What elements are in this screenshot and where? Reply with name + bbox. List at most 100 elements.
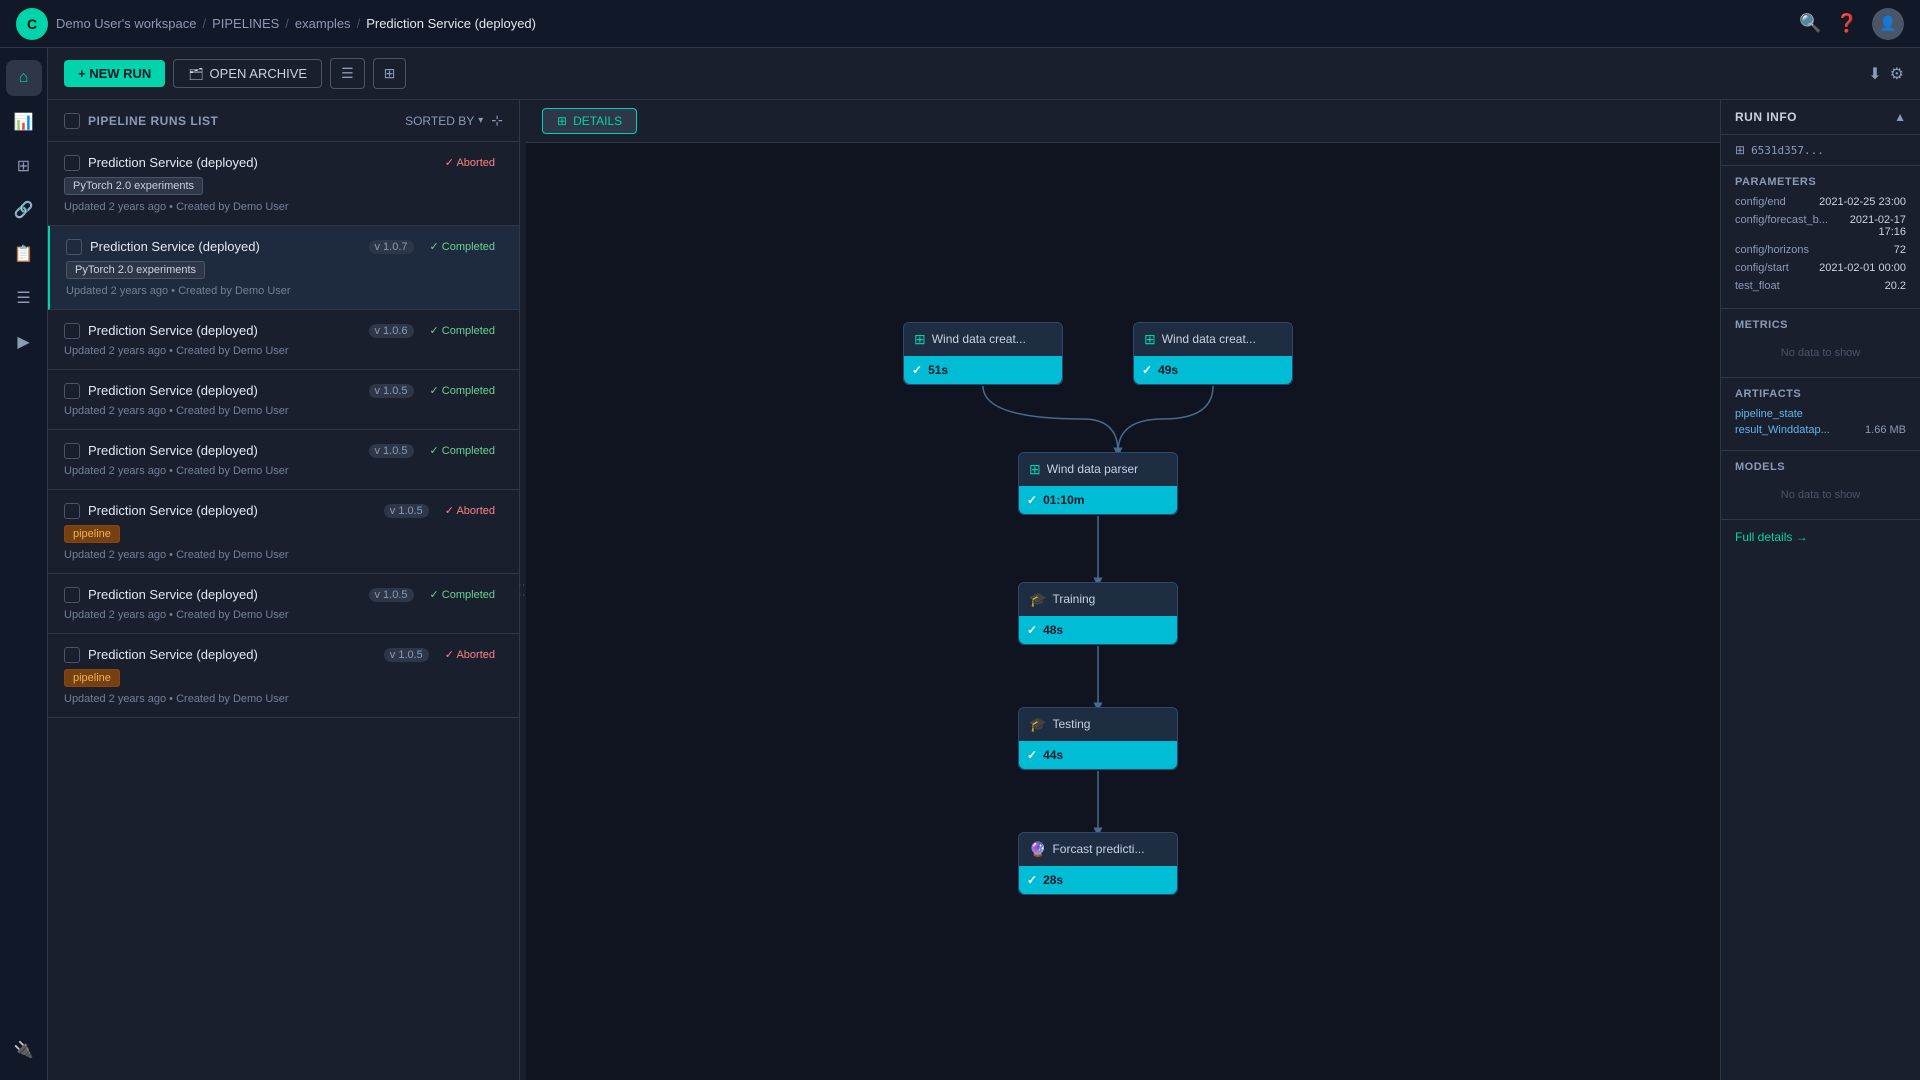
node-wind2[interactable]: ⊞ Wind data creat... ✓ 49s xyxy=(1133,322,1293,385)
list-view-button[interactable]: ☰ xyxy=(330,58,365,89)
run-meta: Updated 2 years ago • Created by Demo Us… xyxy=(64,465,503,477)
left-nav: ⌂ 📊 ⊞ 🔗 📋 ☰ ▶ 🔌 xyxy=(0,48,48,1080)
run-tag[interactable]: PyTorch 2.0 experiments xyxy=(64,177,203,195)
breadcrumb-sep2: / xyxy=(285,16,289,31)
node-training-duration: 48s xyxy=(1043,623,1063,637)
param-row-4: config/start 2021-02-01 00:00 xyxy=(1735,262,1906,274)
run-meta: Updated 2 years ago • Created by Demo Us… xyxy=(64,201,503,213)
new-run-button[interactable]: + NEW RUN xyxy=(64,60,165,87)
models-title: MODELS xyxy=(1735,461,1906,473)
sort-button[interactable]: SORTED BY ▾ xyxy=(405,114,483,128)
download-icon[interactable]: ⬇ xyxy=(1868,64,1881,84)
param-row-3: config/horizons 72 xyxy=(1735,244,1906,256)
run-title: Prediction Service (deployed) xyxy=(88,383,361,398)
nav-reports[interactable]: 📋 xyxy=(6,236,42,272)
nav-deploy[interactable]: ▶ xyxy=(6,324,42,360)
run-info-collapse-icon[interactable]: ▲ xyxy=(1894,110,1906,124)
breadcrumb-workspace[interactable]: Demo User's workspace xyxy=(56,16,196,31)
models-empty: No data to show xyxy=(1735,481,1906,509)
archive-icon: 🗂 xyxy=(188,67,203,81)
nav-pipelines[interactable]: 🔗 xyxy=(6,192,42,228)
run-checkbox[interactable] xyxy=(64,323,80,339)
param-value: 20.2 xyxy=(1885,280,1906,292)
run-meta: Updated 2 years ago • Created by Demo Us… xyxy=(66,285,503,297)
run-checkbox[interactable] xyxy=(66,239,82,255)
node-testing-bar: ✓ 44s xyxy=(1019,741,1177,769)
run-tag[interactable]: pipeline xyxy=(64,525,120,543)
node-wind1-status-icon: ✓ xyxy=(912,363,922,377)
main-layout: ⌂ 📊 ⊞ 🔗 📋 ☰ ▶ 🔌 + NEW RUN 🗂 OPEN ARCHIVE… xyxy=(0,48,1920,1080)
content-area: + NEW RUN 🗂 OPEN ARCHIVE ☰ ⊞ ⬇ ⚙ PIPELIN… xyxy=(48,48,1920,1080)
filter-icon[interactable]: ⊹ xyxy=(491,112,503,129)
run-item[interactable]: Prediction Service (deployed) v 1.0.6 ✓ … xyxy=(48,310,519,370)
grid-view-button[interactable]: ⊞ xyxy=(373,58,407,89)
node-wind2-header: ⊞ Wind data creat... xyxy=(1134,323,1292,356)
node-parser-duration: 01:10m xyxy=(1043,493,1084,507)
run-item[interactable]: Prediction Service (deployed) v 1.0.5 ✓ … xyxy=(48,370,519,430)
node-forecast[interactable]: 🔮 Forcast predicti... ✓ 28s xyxy=(1018,832,1178,895)
breadcrumb-examples[interactable]: examples xyxy=(295,16,351,31)
node-forecast-title: Forcast predicti... xyxy=(1052,842,1144,856)
run-checkbox[interactable] xyxy=(64,383,80,399)
run-item[interactable]: Prediction Service (deployed) v 1.0.5 ✓ … xyxy=(48,430,519,490)
search-icon[interactable]: 🔍 xyxy=(1799,13,1821,34)
topbar: C Demo User's workspace / PIPELINES / ex… xyxy=(0,0,1920,48)
run-version: v 1.0.6 xyxy=(369,324,414,338)
run-checkbox[interactable] xyxy=(64,587,80,603)
nav-models[interactable]: ☰ xyxy=(6,280,42,316)
artifact-name[interactable]: result_Winddatap... xyxy=(1735,424,1830,436)
node-testing-title: Testing xyxy=(1052,717,1090,731)
node-testing-status-icon: ✓ xyxy=(1027,748,1037,762)
open-archive-button[interactable]: 🗂 OPEN ARCHIVE xyxy=(173,59,322,88)
param-value: 2021-02-01 00:00 xyxy=(1819,262,1906,274)
nav-datasets[interactable]: ⊞ xyxy=(6,148,42,184)
node-training-header: 🎓 Training xyxy=(1019,583,1177,616)
topbar-right-icons: 🔍 ❓ 👤 xyxy=(1799,8,1904,40)
user-avatar[interactable]: 👤 xyxy=(1872,8,1904,40)
run-checkbox[interactable] xyxy=(64,647,80,663)
run-tag[interactable]: pipeline xyxy=(64,669,120,687)
run-item[interactable]: Prediction Service (deployed) ✓ Aborted … xyxy=(48,142,519,226)
app-logo[interactable]: C xyxy=(16,8,48,40)
settings-icon[interactable]: ⚙ xyxy=(1890,64,1904,84)
nav-integrations[interactable]: 🔌 xyxy=(6,1032,42,1068)
metrics-empty: No data to show xyxy=(1735,339,1906,367)
node-wind2-duration: 49s xyxy=(1158,363,1178,377)
breadcrumb-sep3: / xyxy=(357,16,361,31)
run-meta: Updated 2 years ago • Created by Demo Us… xyxy=(64,405,503,417)
status-badge: ✓ Completed xyxy=(422,382,503,399)
run-item[interactable]: Prediction Service (deployed) v 1.0.5 ✓ … xyxy=(48,574,519,634)
help-icon[interactable]: ❓ xyxy=(1836,13,1858,34)
models-section: MODELS No data to show xyxy=(1721,451,1920,520)
artifact-name[interactable]: pipeline_state xyxy=(1735,408,1803,420)
run-item[interactable]: Prediction Service (deployed) v 1.0.7 ✓ … xyxy=(48,226,519,310)
details-tab-button[interactable]: ⊞ DETAILS xyxy=(542,108,637,134)
node-wind1[interactable]: ⊞ Wind data creat... ✓ 51s xyxy=(903,322,1063,385)
node-testing-icon: 🎓 xyxy=(1029,716,1046,733)
run-checkbox[interactable] xyxy=(64,155,80,171)
breadcrumb-pipelines[interactable]: PIPELINES xyxy=(212,16,279,31)
run-checkbox[interactable] xyxy=(64,503,80,519)
node-wind1-duration: 51s xyxy=(928,363,948,377)
node-testing[interactable]: 🎓 Testing ✓ 44s xyxy=(1018,707,1178,770)
run-item[interactable]: Prediction Service (deployed) v 1.0.5 ✓ … xyxy=(48,490,519,574)
run-tag[interactable]: PyTorch 2.0 experiments xyxy=(66,261,205,279)
run-item[interactable]: Prediction Service (deployed) v 1.0.5 ✓ … xyxy=(48,634,519,718)
run-title: Prediction Service (deployed) xyxy=(88,323,361,338)
param-value: 2021-02-17 17:16 xyxy=(1832,214,1906,238)
run-checkbox[interactable] xyxy=(64,443,80,459)
run-id-row: ⊞ 6531d357... xyxy=(1721,135,1920,166)
run-id-text: 6531d357... xyxy=(1751,144,1824,157)
node-training[interactable]: 🎓 Training ✓ 48s xyxy=(1018,582,1178,645)
diagram-toolbar: ⊞ DETAILS xyxy=(526,100,1720,143)
toolbar: + NEW RUN 🗂 OPEN ARCHIVE ☰ ⊞ ⬇ ⚙ xyxy=(48,48,1920,100)
full-details-link[interactable]: Full details → xyxy=(1735,530,1906,544)
nav-experiments[interactable]: 📊 xyxy=(6,104,42,140)
runs-panel-title: PIPELINE RUNS LIST xyxy=(88,114,397,128)
param-row-1: config/end 2021-02-25 23:00 xyxy=(1735,196,1906,208)
nav-home[interactable]: ⌂ xyxy=(6,60,42,96)
node-parser-status-icon: ✓ xyxy=(1027,493,1037,507)
run-title: Prediction Service (deployed) xyxy=(88,155,429,170)
select-all-checkbox[interactable] xyxy=(64,113,80,129)
node-parser[interactable]: ⊞ Wind data parser ✓ 01:10m xyxy=(1018,452,1178,515)
